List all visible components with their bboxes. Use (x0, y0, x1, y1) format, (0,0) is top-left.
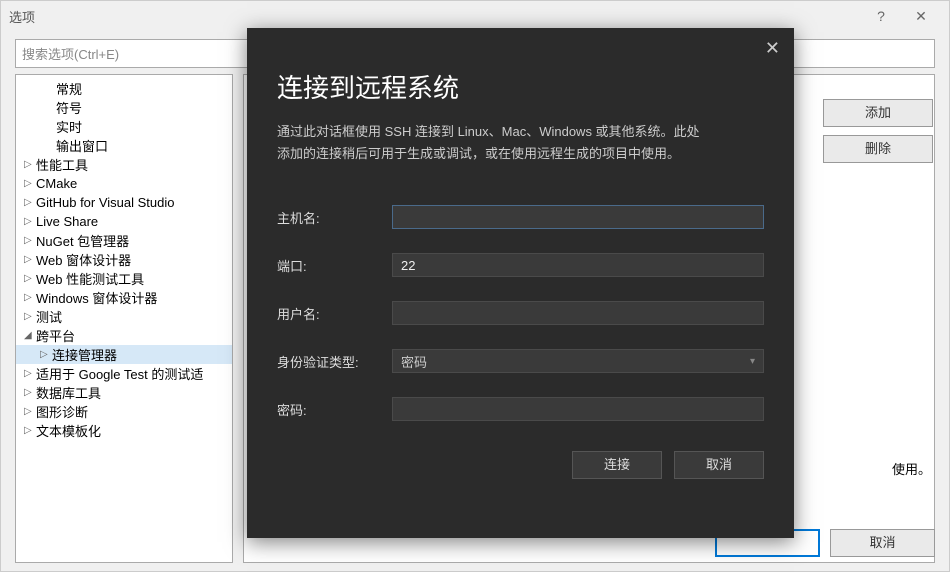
close-icon[interactable]: ✕ (901, 1, 941, 31)
chevron-right-icon: ▷ (24, 425, 36, 436)
connect-button[interactable]: 连接 (572, 451, 662, 479)
password-input[interactable] (392, 397, 764, 421)
delete-button[interactable]: 删除 (823, 135, 933, 163)
password-label: 密码: (277, 400, 392, 419)
tree-item-symbols[interactable]: 符号 (16, 98, 232, 117)
user-input[interactable] (392, 301, 764, 325)
tree-item-general[interactable]: 常规 (16, 79, 232, 98)
chevron-right-icon: ▷ (24, 406, 36, 417)
tree-item-cmake[interactable]: ▷CMake (16, 174, 232, 193)
chevron-right-icon: ▷ (40, 349, 52, 360)
chevron-right-icon: ▷ (24, 178, 36, 189)
connect-remote-dialog: ✕ 连接到远程系统 通过此对话框使用 SSH 连接到 Linux、Mac、Win… (247, 28, 794, 538)
close-icon[interactable]: ✕ (765, 38, 780, 59)
tree-item-output[interactable]: 输出窗口 (16, 136, 232, 155)
auth-label: 身份验证类型: (277, 352, 392, 371)
tree-item-liveshare[interactable]: ▷Live Share (16, 212, 232, 231)
cancel-button[interactable]: 取消 (830, 529, 935, 557)
host-input[interactable] (392, 205, 764, 229)
chevron-right-icon: ▷ (24, 387, 36, 398)
chevron-right-icon: ▷ (24, 254, 36, 265)
add-button[interactable]: 添加 (823, 99, 933, 127)
tree-item-gtest[interactable]: ▷适用于 Google Test 的测试适 (16, 364, 232, 383)
auth-type-select[interactable]: 密码 ▾ (392, 349, 764, 373)
chevron-right-icon: ▷ (24, 197, 36, 208)
chevron-right-icon: ▷ (24, 292, 36, 303)
tree-item-perf[interactable]: ▷性能工具 (16, 155, 232, 174)
tree-item-dbtools[interactable]: ▷数据库工具 (16, 383, 232, 402)
tree-item-graphics[interactable]: ▷图形诊断 (16, 402, 232, 421)
auth-type-value: 密码 (401, 352, 427, 371)
options-tree[interactable]: 常规 符号 实时 输出窗口 ▷性能工具 ▷CMake ▷GitHub for V… (15, 74, 233, 563)
chevron-right-icon: ▷ (24, 159, 36, 170)
tree-item-texttmpl[interactable]: ▷文本模板化 (16, 421, 232, 440)
help-icon[interactable]: ? (861, 1, 901, 31)
tree-item-webperf[interactable]: ▷Web 性能测试工具 (16, 269, 232, 288)
tree-item-nuget[interactable]: ▷NuGet 包管理器 (16, 231, 232, 250)
tree-item-webforms[interactable]: ▷Web 窗体设计器 (16, 250, 232, 269)
dialog-description: 通过此对话框使用 SSH 连接到 Linux、Mac、Windows 或其他系统… (277, 121, 764, 165)
options-title: 选项 (9, 7, 861, 26)
options-titlebar: 选项 ? ✕ (1, 1, 949, 31)
tree-item-test[interactable]: ▷测试 (16, 307, 232, 326)
chevron-down-icon: ▾ (750, 356, 755, 367)
tree-item-crossplat[interactable]: ◢跨平台 (16, 326, 232, 345)
port-label: 端口: (277, 256, 392, 275)
chevron-right-icon: ▷ (24, 368, 36, 379)
right-hint-text: 使用。 (892, 459, 931, 478)
cancel-button[interactable]: 取消 (674, 451, 764, 479)
tree-item-winforms[interactable]: ▷Windows 窗体设计器 (16, 288, 232, 307)
tree-item-realtime[interactable]: 实时 (16, 117, 232, 136)
chevron-right-icon: ▷ (24, 216, 36, 227)
port-input[interactable] (392, 253, 764, 277)
chevron-right-icon: ▷ (24, 235, 36, 246)
chevron-right-icon: ▷ (24, 273, 36, 284)
host-label: 主机名: (277, 208, 392, 227)
chevron-down-icon: ◢ (24, 330, 36, 341)
chevron-right-icon: ▷ (24, 311, 36, 322)
tree-item-github[interactable]: ▷GitHub for Visual Studio (16, 193, 232, 212)
tree-item-connmgr[interactable]: ▷连接管理器 (16, 345, 232, 364)
dialog-title: 连接到远程系统 (277, 68, 764, 105)
user-label: 用户名: (277, 304, 392, 323)
